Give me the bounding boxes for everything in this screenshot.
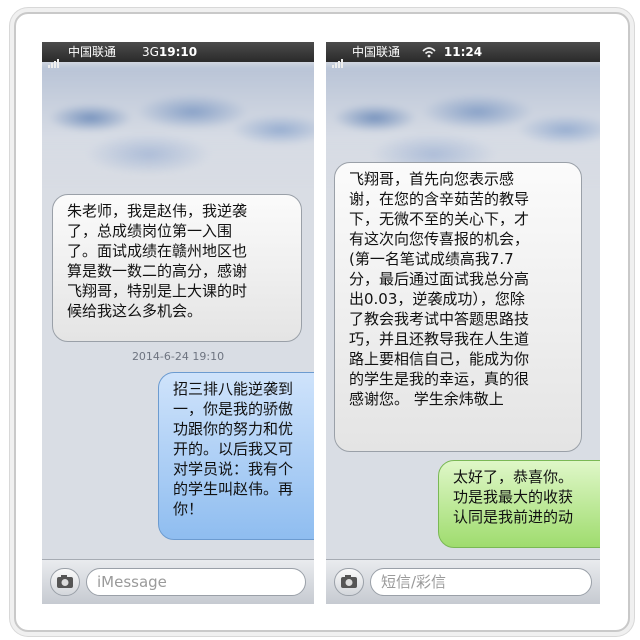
status-bar: 中国联通 3G 19:10	[42, 42, 314, 68]
camera-button[interactable]	[50, 568, 80, 596]
sms-input[interactable]: 短信/彩信	[370, 568, 592, 596]
blurred-contact-header	[42, 64, 314, 184]
clock: 11:24	[443, 45, 483, 59]
message-input-bar: 短信/彩信	[326, 559, 600, 604]
message-input-bar: iMessage	[42, 559, 314, 604]
outgoing-message: 太好了，恭喜你。 功是我最大的收获 认同是我前进的动	[438, 460, 600, 548]
camera-icon	[341, 575, 357, 588]
status-bar: 中国联通 11:24	[326, 42, 600, 68]
right-phone-screen: 中国联通 11:24 飞翔哥，首先向您表示感 谢，在您的含辛茹苦的教导 下，无微…	[326, 42, 600, 604]
camera-icon	[57, 575, 73, 588]
imessage-input[interactable]: iMessage	[86, 568, 306, 596]
clock: 19:10	[158, 45, 198, 59]
outgoing-message: 招三排八能逆袭到 一，你是我的骄傲 功跟你的努力和优 开的。以后我又可 对学员说…	[158, 372, 314, 540]
camera-button[interactable]	[334, 568, 364, 596]
incoming-message: 飞翔哥，首先向您表示感 谢，在您的含辛茹苦的教导 下，无微不至的关心下，才 有这…	[334, 162, 582, 452]
left-phone-screen: 中国联通 3G 19:10 朱老师，我是赵伟，我逆袭 了，总成绩岗位第一入围 了…	[42, 42, 314, 604]
message-timestamp: 2014-6-24 19:10	[131, 350, 225, 363]
incoming-message: 朱老师，我是赵伟，我逆袭 了，总成绩岗位第一入围 了。面试成绩在赣州地区也 算是…	[52, 194, 302, 342]
divider	[314, 42, 326, 604]
